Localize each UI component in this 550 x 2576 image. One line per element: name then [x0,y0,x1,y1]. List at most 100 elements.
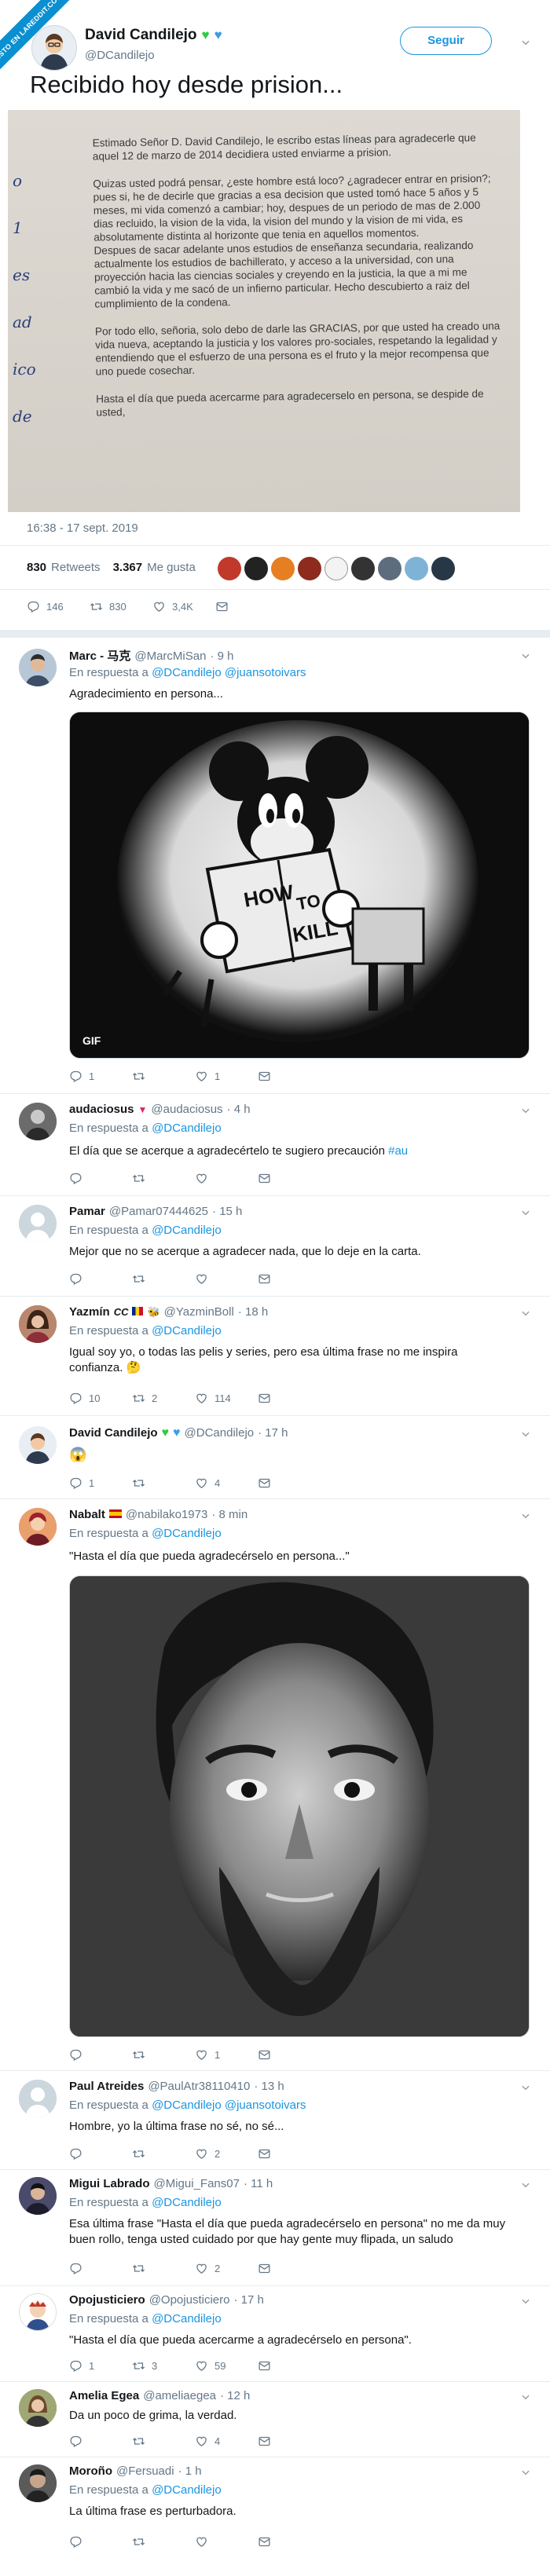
reply-author-name[interactable]: Pamar [69,1205,105,1218]
like-button[interactable] [195,2535,258,2549]
like-button[interactable]: 59 [195,2359,258,2373]
reply-button[interactable]: 10 [69,1392,132,1405]
retweet-button[interactable] [132,2147,195,2161]
reply-to-mentions[interactable]: @DCandilejo [152,2483,222,2497]
retweet-button[interactable]: 830 [90,600,152,613]
reply-button[interactable]: 146 [27,600,90,613]
like-button[interactable]: 4 [195,2435,258,2448]
reply-avatar[interactable] [19,2080,57,2117]
reply-avatar[interactable] [19,2464,57,2502]
liker-avatar[interactable] [244,557,268,580]
reply-to-mentions[interactable]: @DCandilejo [152,2196,222,2209]
retweet-button[interactable] [132,1172,195,1185]
dm-button[interactable] [258,1272,321,1286]
dm-button[interactable] [258,2535,321,2549]
reply-time[interactable]: · 13 h [254,2080,284,2093]
retweet-button[interactable] [132,2535,195,2549]
letter-photo[interactable]: o 1 es ad ico de Estimado Señor D. David Cand… [8,110,520,512]
dm-button[interactable] [258,1392,321,1405]
like-button[interactable] [195,1172,258,1185]
reply-author-name[interactable]: Amelia Egea [69,2389,139,2402]
chevron-down-icon[interactable] [520,1105,531,1116]
reply-to-mentions[interactable]: @DCandilejo [152,1324,222,1337]
reply-author-handle[interactable]: @DCandilejo [185,1426,255,1440]
liker-avatar[interactable] [298,557,321,580]
liker-avatar[interactable] [378,557,402,580]
reply-button[interactable] [69,2535,132,2549]
reply-time[interactable]: · 12 h [220,2389,250,2402]
reply-author-handle[interactable]: @PaulAtr38110410 [148,2080,250,2093]
dm-button[interactable] [258,2048,321,2062]
likes-label[interactable]: Me gusta [147,561,196,574]
reply-button[interactable] [69,2262,132,2275]
reply-time[interactable]: · 17 h [233,2293,263,2307]
main-avatar[interactable] [31,25,77,71]
photo-media[interactable] [69,1575,530,2037]
reply-time[interactable]: · 15 h [212,1205,242,1218]
like-button[interactable]: 114 [195,1392,258,1405]
reply-author-name[interactable]: Paul Atreides [69,2080,144,2093]
reply-button[interactable]: 1 [69,2359,132,2373]
reply-author-name[interactable]: Opojusticiero [69,2293,145,2307]
retweets-count[interactable]: 830 [27,561,46,574]
dm-button[interactable] [215,600,278,613]
retweet-button[interactable] [132,1272,195,1286]
chevron-down-icon[interactable] [520,2179,531,2190]
reply-to-mentions[interactable]: @DCandilejo @juansotoivars [152,2098,306,2112]
dm-button[interactable] [258,2435,321,2448]
retweet-button[interactable] [132,2048,195,2062]
chevron-down-icon[interactable] [520,2467,531,2478]
reply-avatar[interactable] [19,1205,57,1242]
chevron-down-icon[interactable] [520,2082,531,2093]
reply-button[interactable] [69,2147,132,2161]
reply-time[interactable]: · 17 h [258,1426,288,1440]
reply-time[interactable]: · 9 h [210,649,233,663]
reply-avatar[interactable] [19,1305,57,1343]
reply-author-name[interactable]: Yazmín [69,1305,110,1319]
reply-author-handle[interactable]: @YazminBoll [164,1305,234,1319]
reply-author-name[interactable]: audaciosus [69,1103,134,1116]
reply-button[interactable] [69,1272,132,1286]
reply-avatar[interactable] [19,2389,57,2427]
reply-to-mentions[interactable]: @DCandilejo [152,2312,222,2325]
liker-avatar[interactable] [405,557,428,580]
dm-button[interactable] [258,2359,321,2373]
retweet-button[interactable] [132,2435,195,2448]
reply-avatar[interactable] [19,1103,57,1140]
reply-author-handle[interactable]: @nabilako1973 [126,1508,207,1521]
likes-count[interactable]: 3.367 [113,561,143,574]
reply-avatar[interactable] [19,2293,57,2331]
reply-avatar[interactable] [19,1426,57,1464]
dm-button[interactable] [258,1172,321,1185]
reply-to-mentions[interactable]: @DCandilejo [152,1527,222,1540]
reply-avatar[interactable] [19,1508,57,1546]
reply-to-mentions[interactable]: @DCandilejo [152,1224,222,1237]
like-button[interactable]: 4 [195,1476,258,1490]
liker-avatar[interactable] [351,557,375,580]
reply-time[interactable]: · 11 h [244,2177,273,2190]
reply-author-handle[interactable]: @Fersuadi [116,2464,174,2478]
reply-time[interactable]: · 4 h [227,1103,251,1116]
reply-author-name[interactable]: Marc - 马克 [69,647,130,664]
liker-avatar[interactable] [431,557,455,580]
gif-media[interactable]: HOW TO KILL GIF [69,712,530,1059]
reply-button[interactable]: 1 [69,1476,132,1490]
reply-author-handle[interactable]: @Opojusticiero [149,2293,230,2307]
retweet-button[interactable]: 2 [132,1392,195,1405]
chevron-down-icon[interactable] [520,1429,531,1440]
reply-time[interactable]: · 18 h [238,1305,268,1319]
reply-author-handle[interactable]: @Pamar07444625 [109,1205,208,1218]
reply-button[interactable] [69,2048,132,2062]
like-button[interactable]: 1 [195,2048,258,2062]
retweet-button[interactable] [132,1070,195,1083]
reply-author-name[interactable]: Moroño [69,2464,112,2478]
chevron-down-icon[interactable] [520,37,531,48]
dm-button[interactable] [258,2147,321,2161]
reply-to-mentions[interactable]: @DCandilejo [152,1122,222,1135]
reply-author-name[interactable]: Migui Labrado [69,2177,150,2190]
timestamp[interactable]: 16:38 - 17 sept. 2019 [27,521,138,535]
reply-avatar[interactable] [19,2177,57,2215]
liker-avatar[interactable] [271,557,295,580]
reply-to-mentions[interactable]: @DCandilejo @juansotoivars [152,666,306,679]
reply-author-handle[interactable]: @MarcMiSan [134,649,206,663]
